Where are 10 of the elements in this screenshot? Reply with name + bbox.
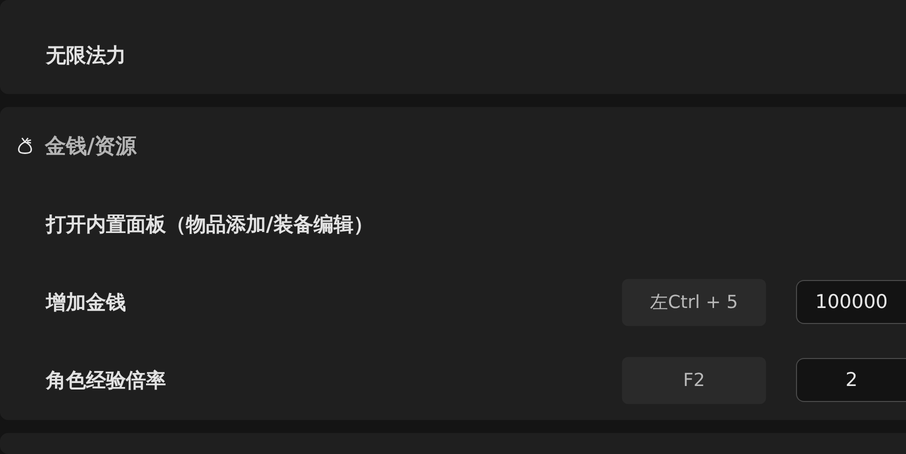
value-field[interactable]: 2 (796, 358, 906, 402)
option-label: 打开内置面板（物品添加/装备编辑） (46, 210, 374, 238)
money-bag-icon (17, 136, 33, 156)
section-title: 金钱/资源 (45, 133, 137, 160)
value-field[interactable]: 100000 (796, 280, 906, 324)
option-label: 无限法力 (46, 42, 127, 68)
option-label: 角色经验倍率 (46, 366, 167, 394)
option-label: 增加金钱 (46, 288, 127, 316)
hotkey-button[interactable]: F2 (622, 356, 766, 404)
hotkey-button[interactable]: 左Ctrl + 5 (622, 278, 766, 326)
